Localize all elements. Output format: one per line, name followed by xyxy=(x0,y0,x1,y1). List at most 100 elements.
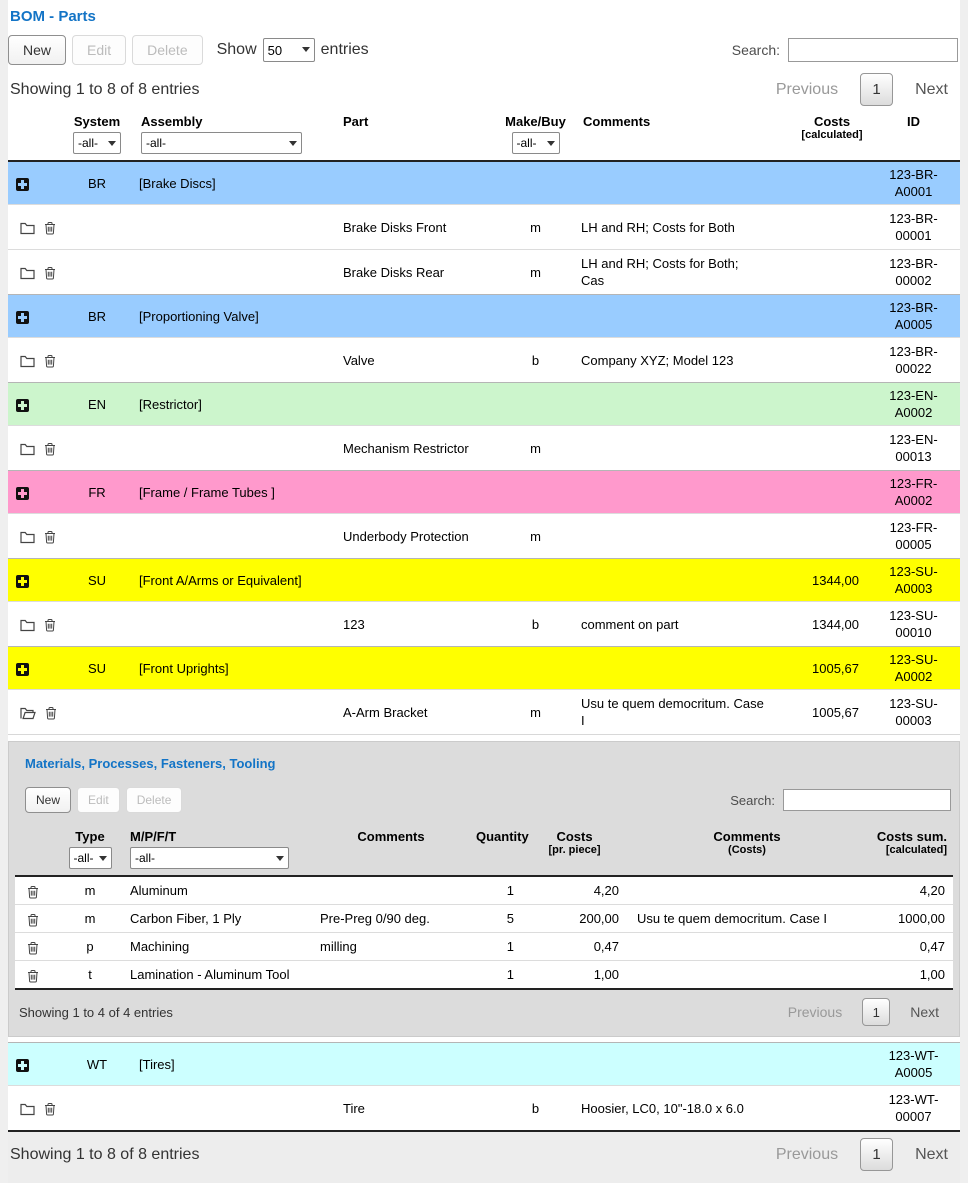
trash-icon[interactable] xyxy=(27,941,39,955)
search-label: Search: xyxy=(732,42,780,58)
folder-icon[interactable] xyxy=(20,222,35,235)
row-icons xyxy=(8,1086,63,1131)
parts-header-row: System -all- Assembly -all- Part Make/Bu… xyxy=(8,108,960,161)
cell-makebuy xyxy=(498,647,573,690)
cell-system xyxy=(63,602,131,647)
cell-id: 123-EN-A0002 xyxy=(867,383,960,426)
plus-square-icon[interactable] xyxy=(16,1059,29,1072)
cell-quantity: 5 xyxy=(472,905,522,933)
part-row[interactable]: A-Arm BracketmUsu te quem democritum. Ca… xyxy=(8,690,960,735)
cell-assembly xyxy=(131,1086,333,1131)
part-row[interactable]: TirebHoosier, LC0, 10"-18.0 x 6.0123-WT-… xyxy=(8,1086,960,1131)
cell-assembly: [Restrictor] xyxy=(131,383,333,426)
trash-icon[interactable] xyxy=(44,1102,56,1116)
folder-icon[interactable] xyxy=(20,619,35,632)
assembly-group-row[interactable]: WT[Tires]123-WT-A0005 xyxy=(8,1043,960,1086)
delete-button[interactable]: Delete xyxy=(132,35,202,65)
page-1-button-bottom[interactable]: 1 xyxy=(860,1138,893,1171)
mpft-next-button[interactable]: Next xyxy=(900,1004,949,1020)
mpft-search-input[interactable] xyxy=(783,789,951,811)
folder-open-icon[interactable] xyxy=(20,707,36,720)
part-row[interactable]: Mechanism Restrictorm123-EN-00013 xyxy=(8,426,960,471)
cell-part xyxy=(333,559,498,602)
plus-square-icon[interactable] xyxy=(16,663,29,676)
col-mpft: M/P/F/T -all- xyxy=(120,823,310,876)
cell-system xyxy=(63,690,131,735)
trash-icon[interactable] xyxy=(44,266,56,280)
mpft-new-button[interactable]: New xyxy=(25,787,71,813)
new-button[interactable]: New xyxy=(8,35,66,65)
part-row[interactable]: Brake Disks RearmLH and RH; Costs for Bo… xyxy=(8,250,960,295)
folder-icon[interactable] xyxy=(20,355,35,368)
mpft-page-1-button[interactable]: 1 xyxy=(862,998,890,1026)
assembly-group-row[interactable]: SU[Front Uprights]1005,67123-SU-A0002 xyxy=(8,647,960,690)
trash-icon[interactable] xyxy=(45,706,57,720)
folder-icon[interactable] xyxy=(20,531,35,544)
mpft-previous-button[interactable]: Previous xyxy=(778,1004,852,1020)
trash-icon[interactable] xyxy=(44,618,56,632)
plus-square-icon[interactable] xyxy=(16,399,29,412)
cell-makebuy xyxy=(498,471,573,514)
trash-icon[interactable] xyxy=(44,354,56,368)
show-entries-select[interactable]: 50 xyxy=(263,38,315,62)
cell-id: 123-FR-00005 xyxy=(867,514,960,559)
plus-square-icon[interactable] xyxy=(16,487,29,500)
plus-square-icon[interactable] xyxy=(16,311,29,324)
page-title: BOM - Parts xyxy=(10,8,960,25)
cell-system xyxy=(63,1086,131,1131)
cell-system: WT xyxy=(63,1043,131,1086)
edit-button[interactable]: Edit xyxy=(72,35,126,65)
assembly-filter-select[interactable]: -all- xyxy=(141,132,302,154)
next-button[interactable]: Next xyxy=(905,81,958,99)
mpft-edit-button[interactable]: Edit xyxy=(77,787,120,813)
assembly-group-row[interactable]: SU[Front A/Arms or Equivalent]1344,00123… xyxy=(8,559,960,602)
assembly-group-row[interactable]: FR[Frame / Frame Tubes ]123-FR-A0002 xyxy=(8,471,960,514)
col-part: Part xyxy=(333,108,498,161)
assembly-group-row[interactable]: EN[Restrictor]123-EN-A0002 xyxy=(8,383,960,426)
trash-icon[interactable] xyxy=(44,530,56,544)
page-1-button[interactable]: 1 xyxy=(860,73,893,106)
cell-system xyxy=(63,250,131,295)
cell-comments xyxy=(310,961,472,990)
type-filter-select[interactable]: -all- xyxy=(69,847,112,869)
cell-comments: Usu te quem democritum. Case I xyxy=(573,690,797,735)
next-button-bottom[interactable]: Next xyxy=(905,1146,958,1164)
parts-info-bottom: Showing 1 to 8 of 8 entries xyxy=(10,1146,199,1164)
trash-icon[interactable] xyxy=(44,442,56,456)
row-icons xyxy=(8,1043,63,1086)
search-input[interactable] xyxy=(788,38,958,62)
col-costs: Costs [calculated] xyxy=(797,108,867,161)
folder-icon[interactable] xyxy=(20,443,35,456)
trash-icon[interactable] xyxy=(44,221,56,235)
mpft-row[interactable]: tLamination - Aluminum Tool11,001,00 xyxy=(15,961,953,990)
system-filter-select[interactable]: -all- xyxy=(73,132,121,154)
trash-icon[interactable] xyxy=(27,913,39,927)
part-row[interactable]: ValvebCompany XYZ; Model 123123-BR-00022 xyxy=(8,338,960,383)
cell-mpft: Machining xyxy=(120,933,310,961)
folder-icon[interactable] xyxy=(20,267,35,280)
cell-comments xyxy=(573,295,797,338)
part-row[interactable]: Brake Disks FrontmLH and RH; Costs for B… xyxy=(8,205,960,250)
mpft-row[interactable]: mCarbon Fiber, 1 PlyPre-Preg 0/90 deg.52… xyxy=(15,905,953,933)
plus-square-icon[interactable] xyxy=(16,178,29,191)
mpft-row[interactable]: mAluminum14,204,20 xyxy=(15,876,953,905)
previous-button[interactable]: Previous xyxy=(766,81,848,99)
mpft-delete-button[interactable]: Delete xyxy=(126,787,183,813)
mpft-row[interactable]: pMachiningmilling10,470,47 xyxy=(15,933,953,961)
mpft-filter-select[interactable]: -all- xyxy=(130,847,289,869)
cell-system: FR xyxy=(63,471,131,514)
cell-costs: 0,47 xyxy=(522,933,627,961)
part-row[interactable]: Underbody Protectionm123-FR-00005 xyxy=(8,514,960,559)
assembly-group-row[interactable]: BR[Brake Discs]123-BR-A0001 xyxy=(8,161,960,205)
row-icons xyxy=(8,161,63,205)
cell-system xyxy=(63,426,131,471)
trash-icon[interactable] xyxy=(27,885,39,899)
plus-square-icon[interactable] xyxy=(16,575,29,588)
folder-icon[interactable] xyxy=(20,1103,35,1116)
part-row[interactable]: 123bcomment on part1344,00123-SU-00010 xyxy=(8,602,960,647)
assembly-group-row[interactable]: BR[Proportioning Valve]123-BR-A0005 xyxy=(8,295,960,338)
cell-part: A-Arm Bracket xyxy=(333,690,498,735)
trash-icon[interactable] xyxy=(27,969,39,983)
previous-button-bottom[interactable]: Previous xyxy=(766,1146,848,1164)
makebuy-filter-select[interactable]: -all- xyxy=(512,132,560,154)
